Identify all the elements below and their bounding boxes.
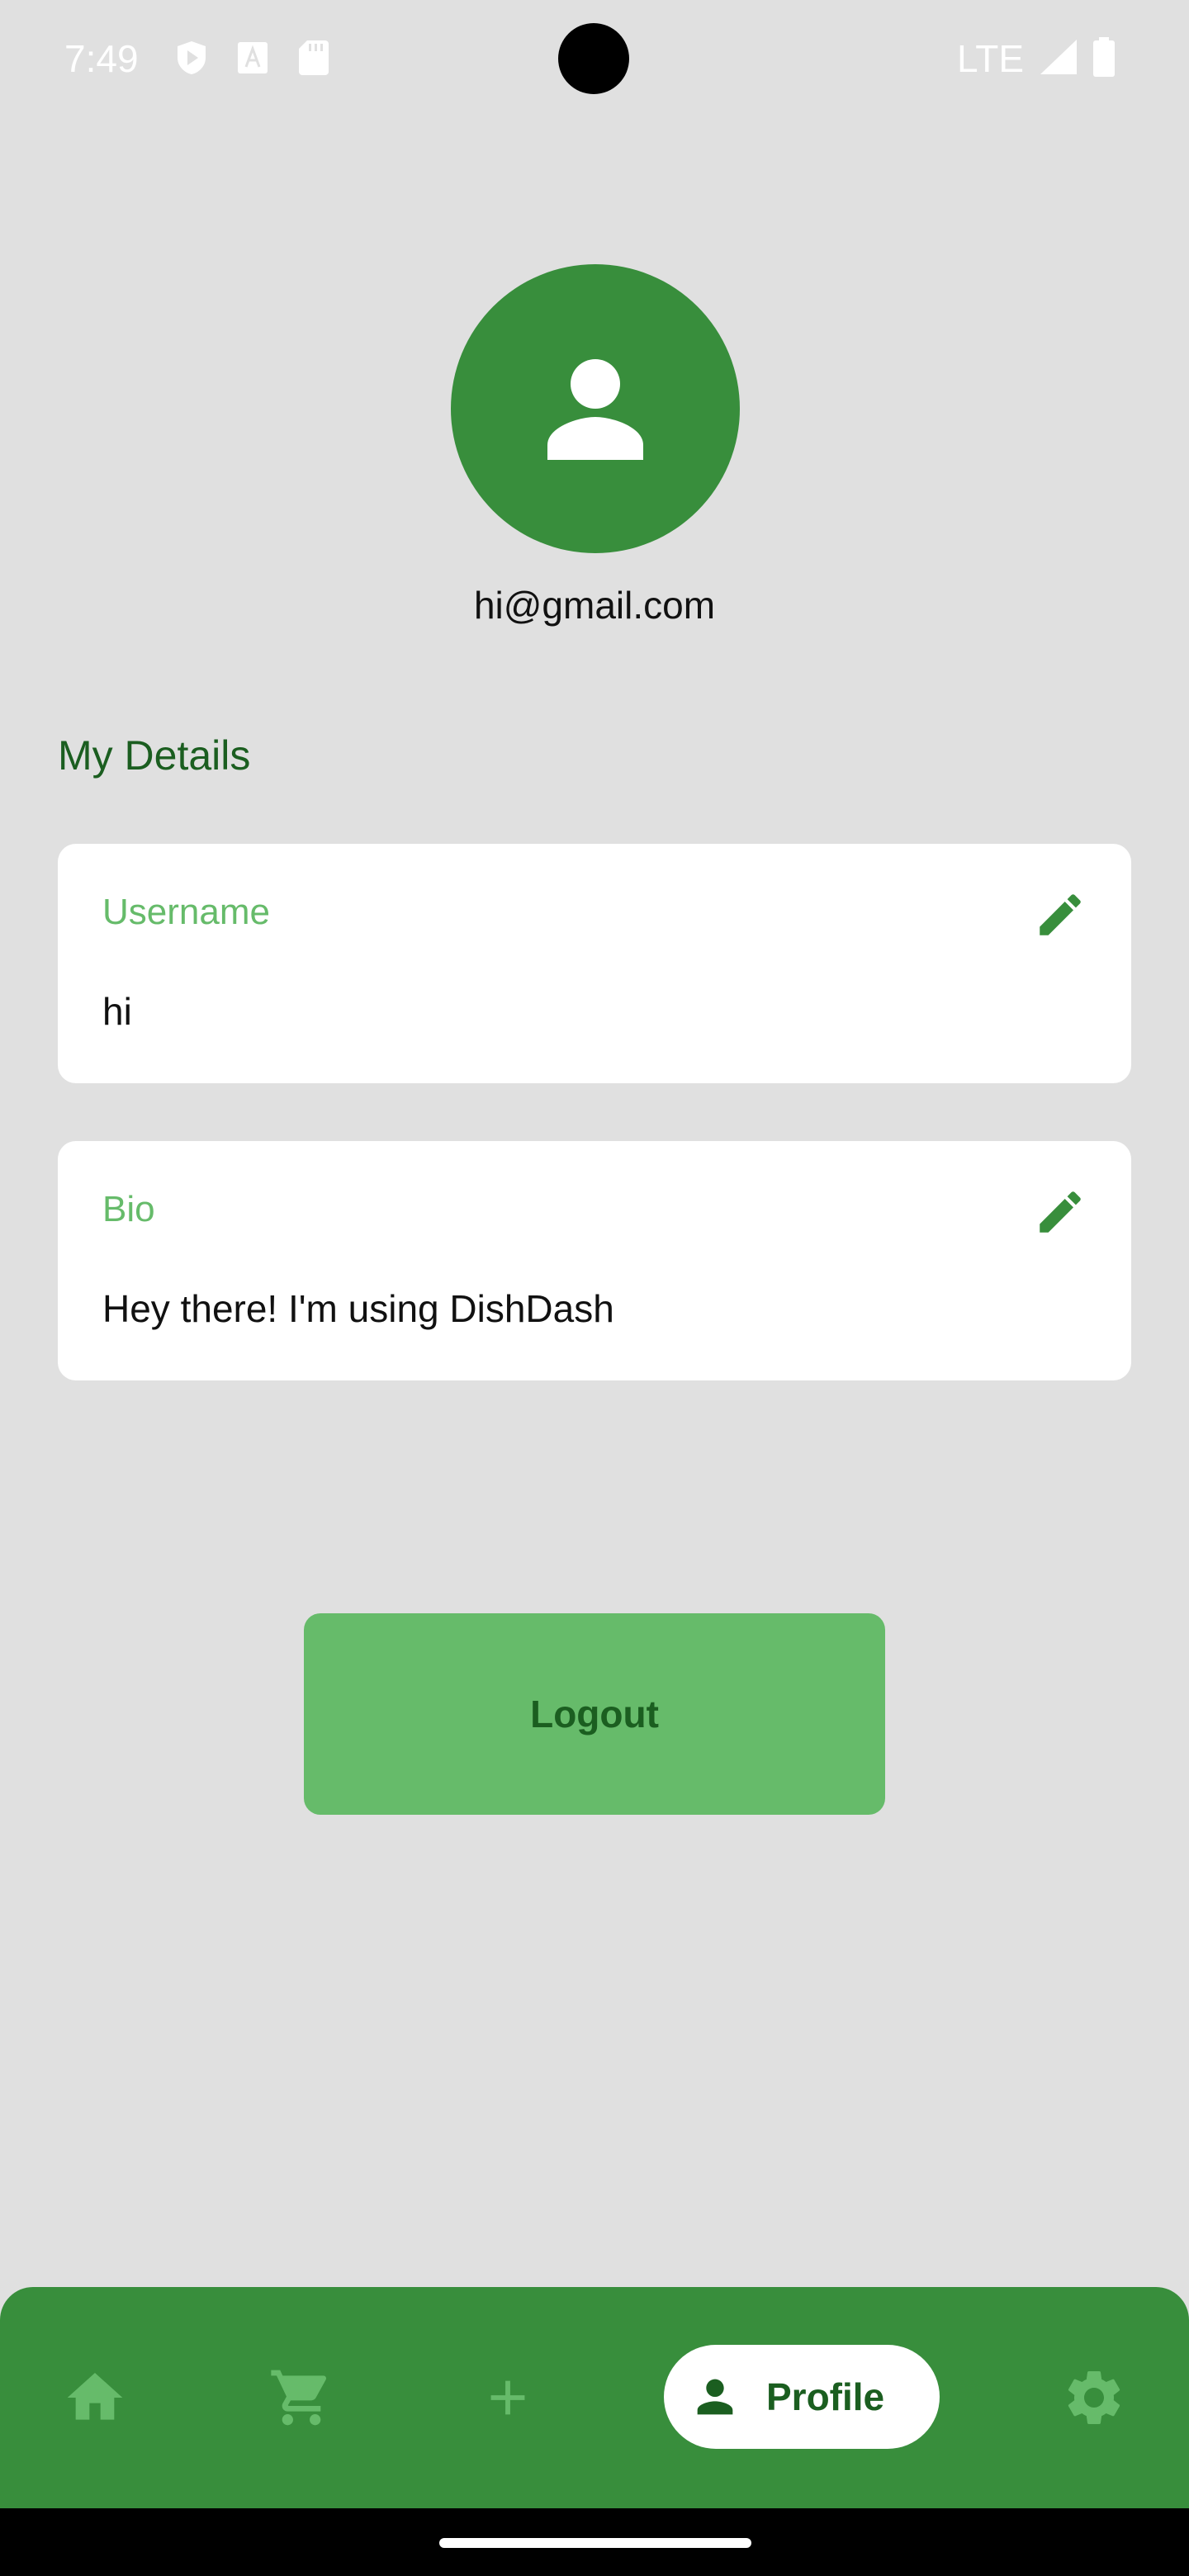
edit-bio-button[interactable]	[1029, 1181, 1092, 1243]
edit-username-button[interactable]	[1029, 883, 1092, 946]
camera-cutout	[558, 23, 629, 94]
battery-icon	[1093, 36, 1115, 81]
gesture-handle[interactable]	[439, 2538, 751, 2548]
username-card: Username hi	[58, 844, 1131, 1083]
sd-card-icon	[296, 40, 332, 76]
gear-icon	[1068, 2371, 1120, 2424]
username-label: Username	[102, 892, 270, 932]
nav-profile-label: Profile	[766, 2375, 885, 2418]
person-icon	[697, 2379, 733, 2415]
user-email: hi@gmail.com	[473, 584, 716, 627]
bio-card: Bio Hey there! I'm using DishDash	[58, 1141, 1131, 1380]
nav-add[interactable]	[462, 2287, 553, 2508]
status-right: LTE	[957, 36, 1115, 81]
font-a-icon	[234, 40, 271, 76]
network-type: LTE	[957, 37, 1024, 80]
status-bar: 7:49 LTE	[0, 0, 1189, 119]
nav-settings[interactable]	[1049, 2287, 1139, 2508]
bio-label: Bio	[102, 1189, 155, 1229]
status-time: 7:49	[64, 37, 139, 80]
pencil-icon	[1040, 1191, 1081, 1233]
signal-icon	[1040, 39, 1077, 78]
bio-value: Hey there! I'm using DishDash	[102, 1287, 614, 1330]
avatar[interactable]	[451, 264, 740, 553]
nav-cart[interactable]	[256, 2287, 347, 2508]
add-icon	[490, 2380, 525, 2415]
logout-button[interactable]: Logout	[304, 1613, 885, 1815]
home-icon	[67, 2373, 123, 2420]
nav-profile[interactable]: Profile	[664, 2345, 940, 2449]
pencil-icon	[1040, 894, 1081, 935]
gesture-bar	[0, 2508, 1189, 2576]
section-title-my-details: My Details	[58, 732, 251, 779]
person-icon	[547, 359, 643, 460]
nav-home[interactable]	[50, 2287, 140, 2508]
shield-play-icon	[173, 40, 210, 76]
username-value: hi	[102, 990, 132, 1033]
notification-icons	[173, 40, 332, 76]
cart-icon	[271, 2370, 327, 2426]
bottom-nav: Profile	[0, 2287, 1189, 2508]
